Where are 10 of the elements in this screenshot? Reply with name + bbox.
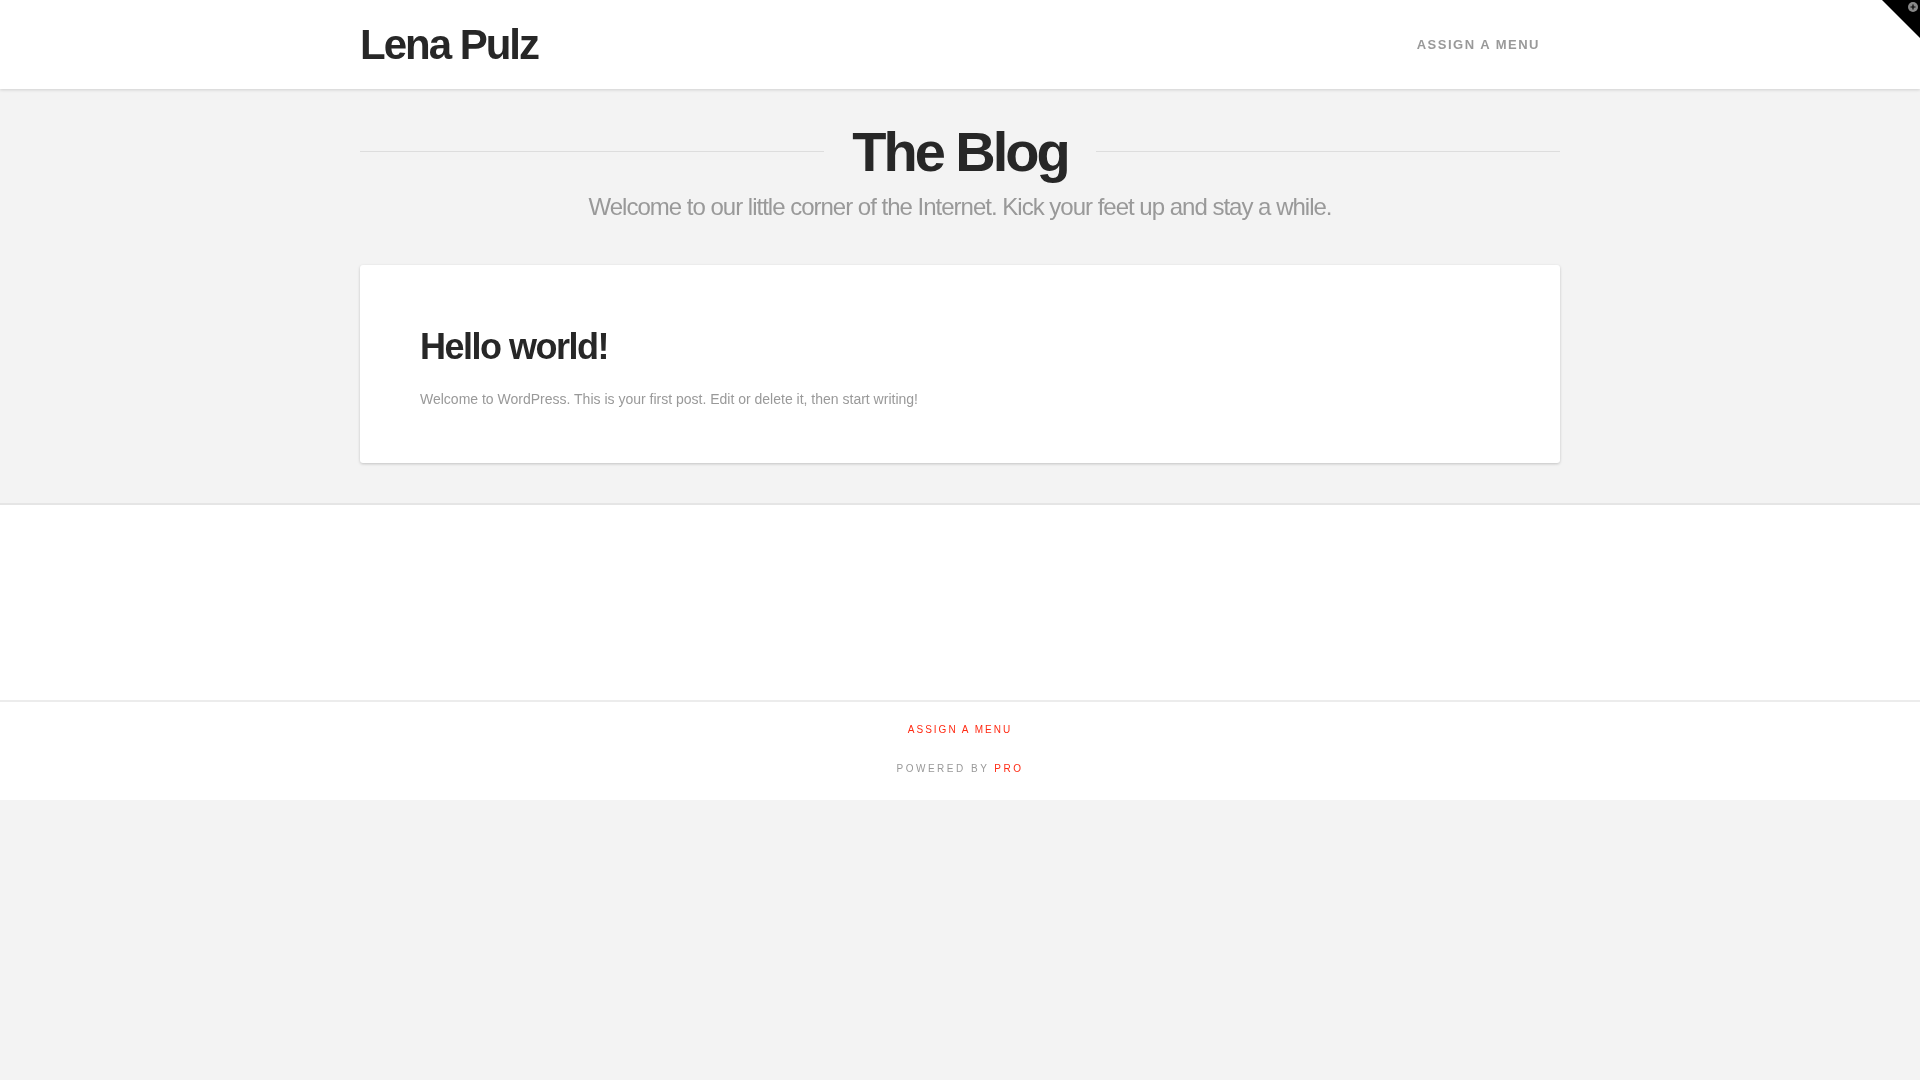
plus-icon bbox=[1908, 2, 1918, 12]
post-title[interactable]: Hello world! bbox=[420, 328, 1500, 365]
pro-link[interactable]: PRO bbox=[994, 760, 1024, 776]
post-excerpt: Welcome to WordPress. This is your first post. Edit or delete it, then start writing! bbox=[420, 389, 919, 409]
page-subtitle: Welcome to our little corner of the Internet. Kick your feet up and stay a while. bbox=[587, 191, 1333, 222]
footer-menu-link[interactable]: ASSIGN A MENU bbox=[907, 721, 1013, 737]
site-title[interactable]: Lena Pulz bbox=[360, 23, 539, 66]
menu-link[interactable]: ASSIGN A MENU bbox=[1416, 34, 1540, 55]
powered-by-text: POWERED BY bbox=[896, 761, 990, 776]
page-title: The Blog bbox=[852, 121, 1068, 183]
